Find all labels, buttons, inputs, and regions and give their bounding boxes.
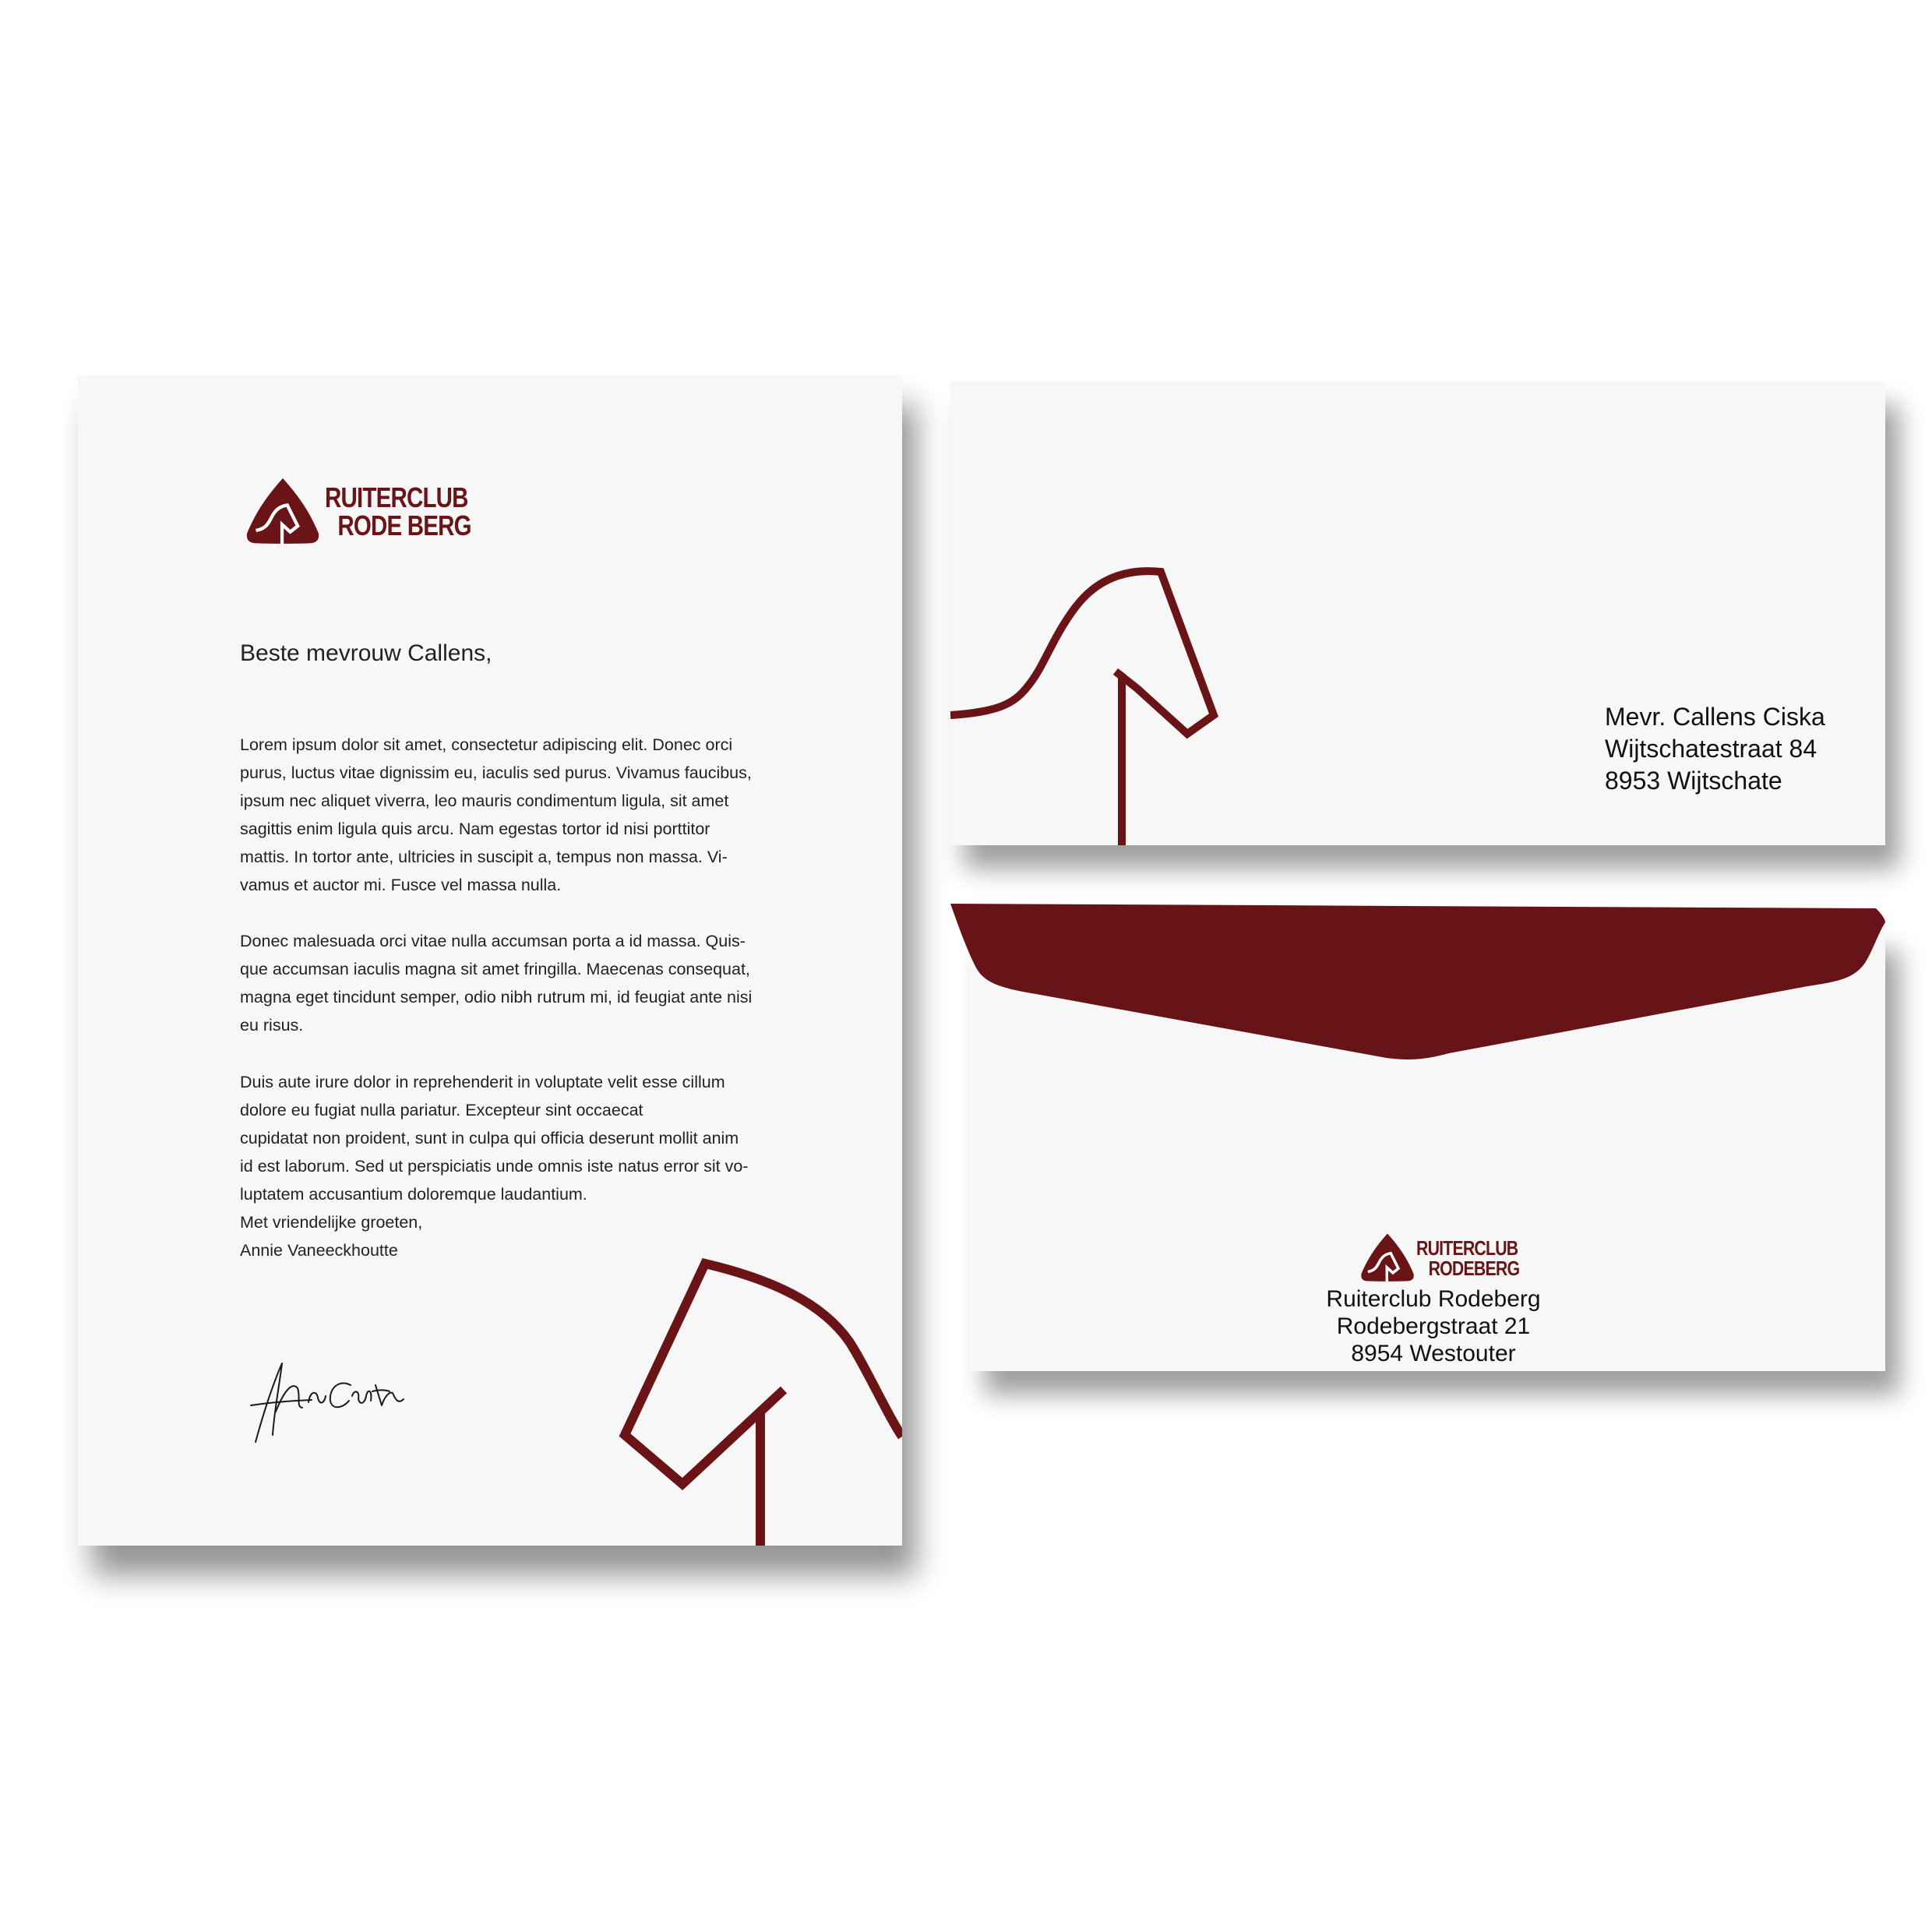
envelope-logo: RUITERCLUB RODEBERG	[1360, 1232, 1542, 1284]
horse-head-shield-icon	[1361, 1233, 1414, 1282]
horse-line-art	[619, 1258, 902, 1546]
sender-name: Ruiterclub Rodeberg	[1326, 1286, 1541, 1312]
envelope-flap	[950, 904, 1885, 1059]
recipient-city: 8953 Wijtschate	[1605, 767, 1782, 795]
envelope-logo-line-2: RODEBERG	[1428, 1257, 1520, 1280]
sender-city: 8954 Westouter	[1351, 1341, 1516, 1366]
letterhead-sheet: RUITERCLUB RODE BERG Beste mevrouw Calle…	[78, 375, 902, 1546]
envelope-back: RUITERCLUB RODEBERG Ruiterclub Rodeberg …	[950, 904, 1885, 1371]
sender-address: Ruiterclub Rodeberg Rodebergstraat 21 89…	[971, 1285, 1896, 1367]
letter-graphics	[250, 1258, 902, 1546]
recipient-name: Mevr. Callens Ciska	[1605, 703, 1825, 731]
handwritten-signature	[250, 1363, 404, 1443]
envelope-front: Mevr. Callens Ciska Wijtschatestraat 84 …	[950, 382, 1885, 845]
recipient-street: Wijtschatestraat 84	[1605, 735, 1817, 763]
envelope-logo-line-1: RUITERCLUB	[1416, 1236, 1518, 1260]
recipient-address: Mevr. Callens Ciska Wijtschatestraat 84 …	[1605, 701, 1825, 797]
sender-street: Rodebergstraat 21	[1336, 1313, 1531, 1339]
